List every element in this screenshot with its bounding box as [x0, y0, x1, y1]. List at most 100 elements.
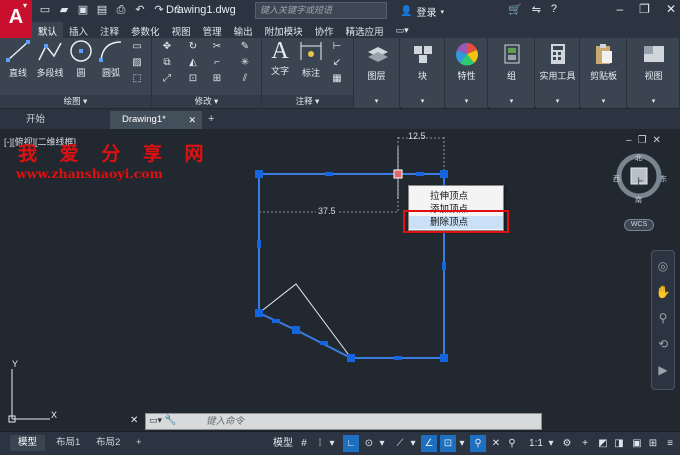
- save-as-icon[interactable]: ▤: [95, 3, 109, 17]
- redo-icon[interactable]: ↷: [152, 3, 166, 17]
- trim-icon[interactable]: ✂: [210, 41, 224, 53]
- copy-icon[interactable]: ⧉: [160, 57, 174, 69]
- vertex-grip[interactable]: [292, 326, 300, 334]
- chevron-down-icon[interactable]: ▾: [409, 435, 417, 452]
- annotation-scale-value[interactable]: 1:1: [525, 435, 547, 452]
- tab-output[interactable]: 输出: [228, 22, 259, 38]
- chevron-down-icon[interactable]: ▾: [458, 435, 466, 452]
- auto-scale-icon[interactable]: ✕: [489, 435, 503, 452]
- close-command-line-icon[interactable]: ✕: [130, 415, 138, 426]
- hatch-icon[interactable]: ▨: [130, 57, 144, 69]
- app-menu-button[interactable]: A ▾: [0, 0, 32, 38]
- chevron-down-icon[interactable]: ▾: [378, 435, 386, 452]
- utilities-button[interactable]: 实用工具 ▾: [536, 38, 580, 108]
- scale-icon[interactable]: ⊡: [186, 73, 200, 85]
- isolate-objects-icon[interactable]: ◩: [596, 435, 610, 452]
- tab-annotate[interactable]: 注释: [94, 22, 125, 38]
- new-tab-icon[interactable]: +: [208, 113, 214, 125]
- zoom-icon[interactable]: ⚲: [652, 307, 674, 329]
- viewcube-top-face[interactable]: 上: [634, 174, 644, 189]
- table-icon[interactable]: ▦: [330, 73, 344, 85]
- midpoint-grip[interactable]: [272, 319, 280, 323]
- text-tool[interactable]: A 文字: [266, 38, 294, 77]
- tab-default[interactable]: 默认: [32, 22, 64, 38]
- new-file-icon[interactable]: ▭: [38, 3, 52, 17]
- showmotion-icon[interactable]: ▶: [652, 359, 674, 381]
- clean-screen-icon[interactable]: ▣: [630, 435, 644, 452]
- isodraft-icon[interactable]: ⟋: [393, 435, 407, 452]
- tab-parametric[interactable]: 参数化: [125, 22, 166, 38]
- block-button[interactable]: 块 ▾: [401, 38, 445, 108]
- polar-icon[interactable]: ⊙: [362, 435, 376, 452]
- command-input[interactable]: 键入命令: [206, 414, 536, 429]
- command-history-icon[interactable]: ▭▾: [149, 415, 162, 426]
- menu-item-stretch-vertex[interactable]: 拉伸顶点: [409, 190, 503, 203]
- circle-tool[interactable]: 圆: [67, 38, 95, 79]
- open-folder-icon[interactable]: ▰: [57, 3, 71, 17]
- dimension-tool[interactable]: 标注: [296, 38, 326, 79]
- wcs-menu[interactable]: WCS: [624, 219, 654, 231]
- cart-icon[interactable]: 🛒: [508, 3, 522, 16]
- undo-icon[interactable]: ↶: [133, 3, 147, 17]
- close-tab-icon[interactable]: ✕: [188, 111, 196, 129]
- viewcube-north[interactable]: 北: [635, 153, 642, 163]
- erase-icon[interactable]: ✎: [238, 41, 252, 53]
- tab-insert[interactable]: 插入: [63, 22, 94, 38]
- layers-button[interactable]: 图层 ▾: [354, 38, 400, 108]
- line-tool[interactable]: 直线: [3, 38, 33, 79]
- vertex-grip[interactable]: [255, 309, 263, 317]
- hamburger-menu-icon[interactable]: ≡: [663, 435, 677, 452]
- viewcube-east[interactable]: 东: [660, 174, 667, 184]
- tab-model[interactable]: 模型: [10, 435, 46, 451]
- polyline-tool[interactable]: 多段线: [34, 38, 66, 79]
- plus-icon[interactable]: +: [578, 435, 592, 452]
- fillet-icon[interactable]: ⌐: [210, 57, 224, 69]
- chevron-down-icon[interactable]: ▾: [547, 435, 555, 452]
- drawing-canvas[interactable]: [-][俯视][二维线框] 我 爱 分 享 网 www.zhanshaoyi.c…: [0, 129, 680, 431]
- vertex-grip[interactable]: [347, 354, 355, 362]
- tab-drawing1[interactable]: Drawing1* ✕: [110, 111, 202, 129]
- ortho-icon[interactable]: ∟: [343, 435, 359, 452]
- minimize-icon[interactable]: –: [616, 2, 623, 16]
- view-button[interactable]: 视图 ▾: [628, 38, 680, 108]
- orbit-icon[interactable]: ⟲: [652, 333, 674, 355]
- midpoint-grip[interactable]: [394, 356, 402, 360]
- annotation-scale-icon[interactable]: ⚲: [505, 435, 519, 452]
- mirror-icon[interactable]: ◭: [186, 57, 200, 69]
- viewcube-south[interactable]: 南: [635, 195, 642, 205]
- ribbon-toggle-icon[interactable]: ▭▾: [390, 22, 415, 38]
- rotate-icon[interactable]: ↻: [186, 41, 200, 53]
- customize-icon[interactable]: 🔧: [164, 415, 176, 426]
- pan-hand-icon[interactable]: ✋: [652, 281, 674, 303]
- draw-panel-footer[interactable]: 绘图 ▾: [0, 95, 151, 108]
- tab-layout1[interactable]: 布局1: [48, 435, 88, 451]
- tab-addins[interactable]: 附加模块: [259, 22, 309, 38]
- hardware-acceleration-icon[interactable]: ◨: [612, 435, 626, 452]
- close-icon[interactable]: ✕: [666, 2, 676, 16]
- array-icon[interactable]: ⊞: [210, 73, 224, 85]
- annotation-visibility-icon[interactable]: ⚲: [470, 435, 486, 452]
- print-icon[interactable]: ⎙: [114, 3, 128, 17]
- region-icon[interactable]: ⬚: [130, 73, 144, 85]
- properties-button[interactable]: 特性 ▾: [446, 38, 488, 108]
- vertex-grip[interactable]: [255, 170, 263, 178]
- midpoint-grip[interactable]: [442, 262, 446, 270]
- steering-wheel-icon[interactable]: ◎: [652, 255, 674, 277]
- tab-start[interactable]: 开始: [14, 111, 108, 129]
- tab-manage[interactable]: 管理: [197, 22, 228, 38]
- offset-icon[interactable]: ⫽: [238, 73, 252, 85]
- vertex-grip[interactable]: [440, 354, 448, 362]
- login-area[interactable]: 👤 登录 ▾: [400, 4, 444, 19]
- stretch-icon[interactable]: ⤢: [160, 73, 174, 85]
- exchange-icon[interactable]: ⇋: [532, 3, 541, 16]
- add-layout-icon[interactable]: +: [128, 435, 150, 451]
- help-icon[interactable]: ?: [551, 3, 557, 16]
- tab-view[interactable]: 视图: [166, 22, 197, 38]
- save-icon[interactable]: ▣: [76, 3, 90, 17]
- explode-icon[interactable]: ✳: [238, 57, 252, 69]
- object-snap-tracking-icon[interactable]: ∠: [421, 435, 437, 452]
- midpoint-grip[interactable]: [320, 341, 328, 345]
- snap-icon[interactable]: ⁞: [313, 435, 327, 452]
- tab-layout2[interactable]: 布局2: [88, 435, 128, 451]
- midpoint-grip[interactable]: [257, 240, 261, 248]
